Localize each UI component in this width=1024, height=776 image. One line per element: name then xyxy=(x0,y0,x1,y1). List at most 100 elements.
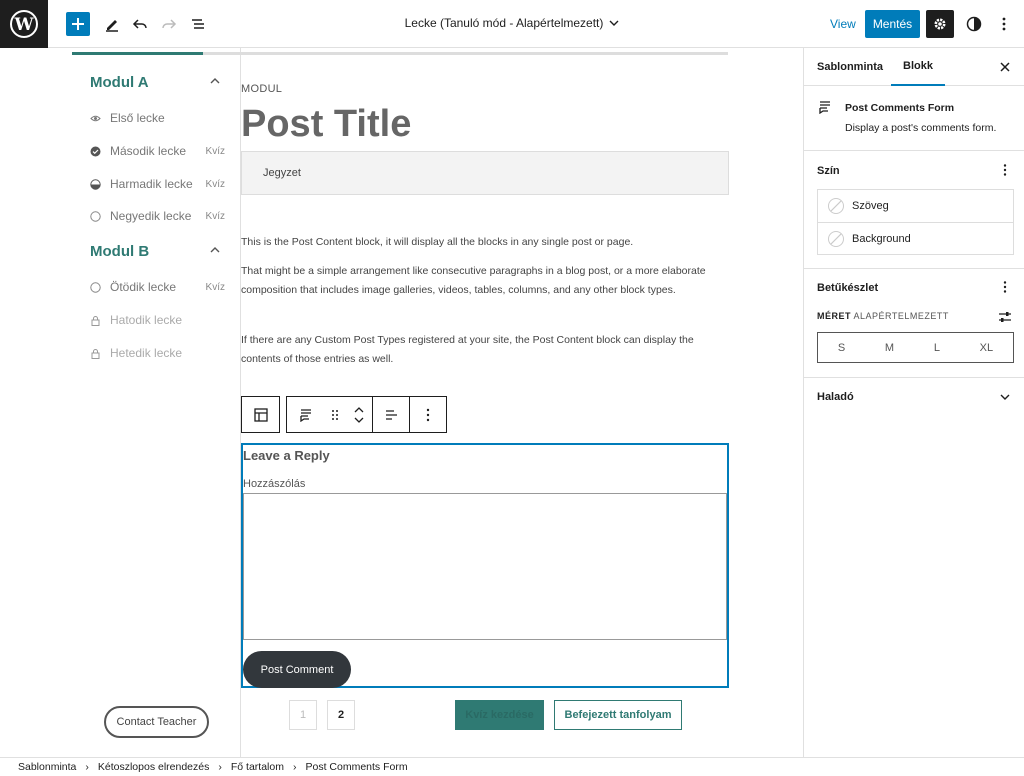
font-size-picker: S M L XL xyxy=(817,332,1014,363)
empty-circle-icon xyxy=(90,210,101,222)
course-navigation-sidebar: Modul A Első lecke Második lecke Kvíz Ha… xyxy=(0,48,728,757)
lesson-item[interactable]: Harmadik lecke Kvíz xyxy=(90,175,225,193)
block-card: Post Comments Form Display a post's comm… xyxy=(804,86,1024,151)
custom-size-sliders-icon[interactable] xyxy=(997,309,1013,325)
lock-icon xyxy=(90,348,101,359)
paragraph[interactable]: This is the Post Content block, it will … xyxy=(241,233,729,252)
panel-divider xyxy=(804,377,1024,378)
chevron-right-icon: › xyxy=(218,761,222,773)
chevron-right-icon: › xyxy=(85,761,89,773)
start-quiz-button[interactable]: Kvíz kezdése xyxy=(455,700,544,730)
lock-icon xyxy=(90,315,101,326)
quiz-label: Kvíz xyxy=(205,145,225,157)
gear-icon[interactable] xyxy=(926,10,954,38)
lesson-name: Első lecke xyxy=(110,111,165,125)
styles-contrast-icon[interactable] xyxy=(962,12,986,36)
module-title: Modul A xyxy=(90,73,149,91)
block-name: Post Comments Form xyxy=(845,102,955,114)
size-option-s[interactable]: S xyxy=(838,342,845,354)
editor-canvas: MODUL Post Title Jegyzet This is the Pos… xyxy=(241,48,803,757)
lesson-name: Ötödik lecke xyxy=(110,280,177,294)
pagination-page[interactable]: 2 xyxy=(327,700,355,730)
module-label[interactable]: MODUL xyxy=(241,83,282,95)
breadcrumb-item: Post Comments Form xyxy=(305,761,408,773)
size-label-key: MÉRET xyxy=(817,311,851,321)
module-b-header[interactable]: Modul B xyxy=(90,241,220,261)
eye-icon xyxy=(90,113,101,124)
post-title[interactable]: Post Title xyxy=(241,103,411,146)
contact-teacher-button[interactable]: Contact Teacher xyxy=(104,706,209,738)
advanced-panel-title[interactable]: Haladó xyxy=(817,391,854,403)
background-color-item[interactable]: Background xyxy=(818,222,1013,254)
size-option-m[interactable]: M xyxy=(885,342,894,354)
typography-panel-title: Betűkészlet xyxy=(817,282,879,294)
size-option-l[interactable]: L xyxy=(934,342,940,354)
drag-handle-icon[interactable] xyxy=(324,397,346,432)
breadcrumb-item[interactable]: Kétoszlopos elrendezés xyxy=(98,761,210,773)
comment-textarea[interactable] xyxy=(243,493,727,640)
chevron-up-icon xyxy=(210,73,220,91)
pagination-page[interactable]: 1 xyxy=(289,700,317,730)
empty-swatch-icon xyxy=(828,198,844,214)
color-item-label: Background xyxy=(852,232,911,245)
quiz-label: Kvíz xyxy=(205,178,225,190)
lesson-item[interactable]: Hetedik lecke xyxy=(90,344,225,362)
text-color-item[interactable]: Szöveg xyxy=(818,190,1013,222)
lesson-item[interactable]: Első lecke xyxy=(90,109,225,127)
empty-circle-icon xyxy=(90,281,101,293)
block-toolbar-main-group xyxy=(286,396,447,433)
settings-tabs: Sablonminta Blokk xyxy=(804,48,1024,86)
complete-course-button[interactable]: Befejezett tanfolyam xyxy=(554,700,682,730)
close-icon[interactable] xyxy=(997,59,1013,75)
panel-divider xyxy=(804,268,1024,269)
empty-swatch-icon xyxy=(828,230,844,247)
chevron-up-icon xyxy=(210,242,220,260)
lesson-item[interactable]: Második lecke Kvíz xyxy=(90,142,225,160)
save-button[interactable]: Mentés xyxy=(865,10,920,38)
comment-field-label: Hozzászólás xyxy=(243,478,306,490)
lesson-name: Negyedik lecke xyxy=(110,209,192,223)
lesson-item[interactable]: Ötödik lecke Kvíz xyxy=(90,278,225,296)
reply-title: Leave a Reply xyxy=(243,448,330,463)
size-option-xl[interactable]: XL xyxy=(980,342,993,354)
quiz-label: Kvíz xyxy=(205,210,225,222)
paragraph[interactable]: If there are any Custom Post Types regis… xyxy=(241,331,729,369)
font-size-label: MÉRET ALAPÉRTELMEZETT xyxy=(817,311,949,321)
module-a-header[interactable]: Modul A xyxy=(90,72,220,92)
more-options-icon[interactable] xyxy=(992,12,1016,36)
module-title: Modul B xyxy=(90,242,150,260)
select-parent-layout-icon[interactable] xyxy=(242,397,279,432)
color-panel-title: Szín xyxy=(817,165,840,177)
lesson-name: Második lecke xyxy=(110,144,187,158)
move-up-down-icon[interactable] xyxy=(346,397,372,432)
color-settings-list: Szöveg Background xyxy=(817,189,1014,255)
block-toolbar xyxy=(241,396,447,433)
tab-template[interactable]: Sablonminta xyxy=(817,48,883,86)
chevron-down-icon xyxy=(609,17,619,31)
block-toolbar-parent-group xyxy=(241,396,280,433)
post-comments-form-block[interactable]: Leave a Reply Hozzászólás Post Comment xyxy=(241,443,729,688)
comment-form-block-icon[interactable] xyxy=(287,397,324,432)
lesson-name: Hatodik lecke xyxy=(110,313,183,327)
post-comment-button[interactable]: Post Comment xyxy=(243,651,351,688)
breadcrumb-item[interactable]: Fő tartalom xyxy=(231,761,284,773)
view-button[interactable]: View xyxy=(830,17,856,31)
tab-block[interactable]: Blokk xyxy=(891,48,945,86)
block-options-icon[interactable] xyxy=(409,397,446,432)
block-settings-sidebar: Sablonminta Blokk Post Comments Form Dis… xyxy=(803,48,1024,757)
chevron-down-icon[interactable] xyxy=(997,389,1013,405)
notes-label: Jegyzet xyxy=(263,167,301,179)
breadcrumb-item[interactable]: Sablonminta xyxy=(18,761,76,773)
block-description: Display a post's comments form. xyxy=(845,122,997,134)
color-options-icon[interactable] xyxy=(997,162,1013,178)
notes-block[interactable]: Jegyzet xyxy=(241,151,729,195)
color-item-label: Szöveg xyxy=(852,200,889,212)
align-icon[interactable] xyxy=(372,397,409,432)
course-progress-fill xyxy=(72,52,204,55)
lesson-item[interactable]: Hatodik lecke xyxy=(90,311,225,329)
paragraph[interactable]: That might be a simple arrangement like … xyxy=(241,262,729,300)
typography-options-icon[interactable] xyxy=(997,279,1013,295)
lesson-name: Harmadik lecke xyxy=(110,177,193,191)
lesson-item[interactable]: Negyedik lecke Kvíz xyxy=(90,207,225,225)
lesson-name: Hetedik lecke xyxy=(110,346,183,360)
